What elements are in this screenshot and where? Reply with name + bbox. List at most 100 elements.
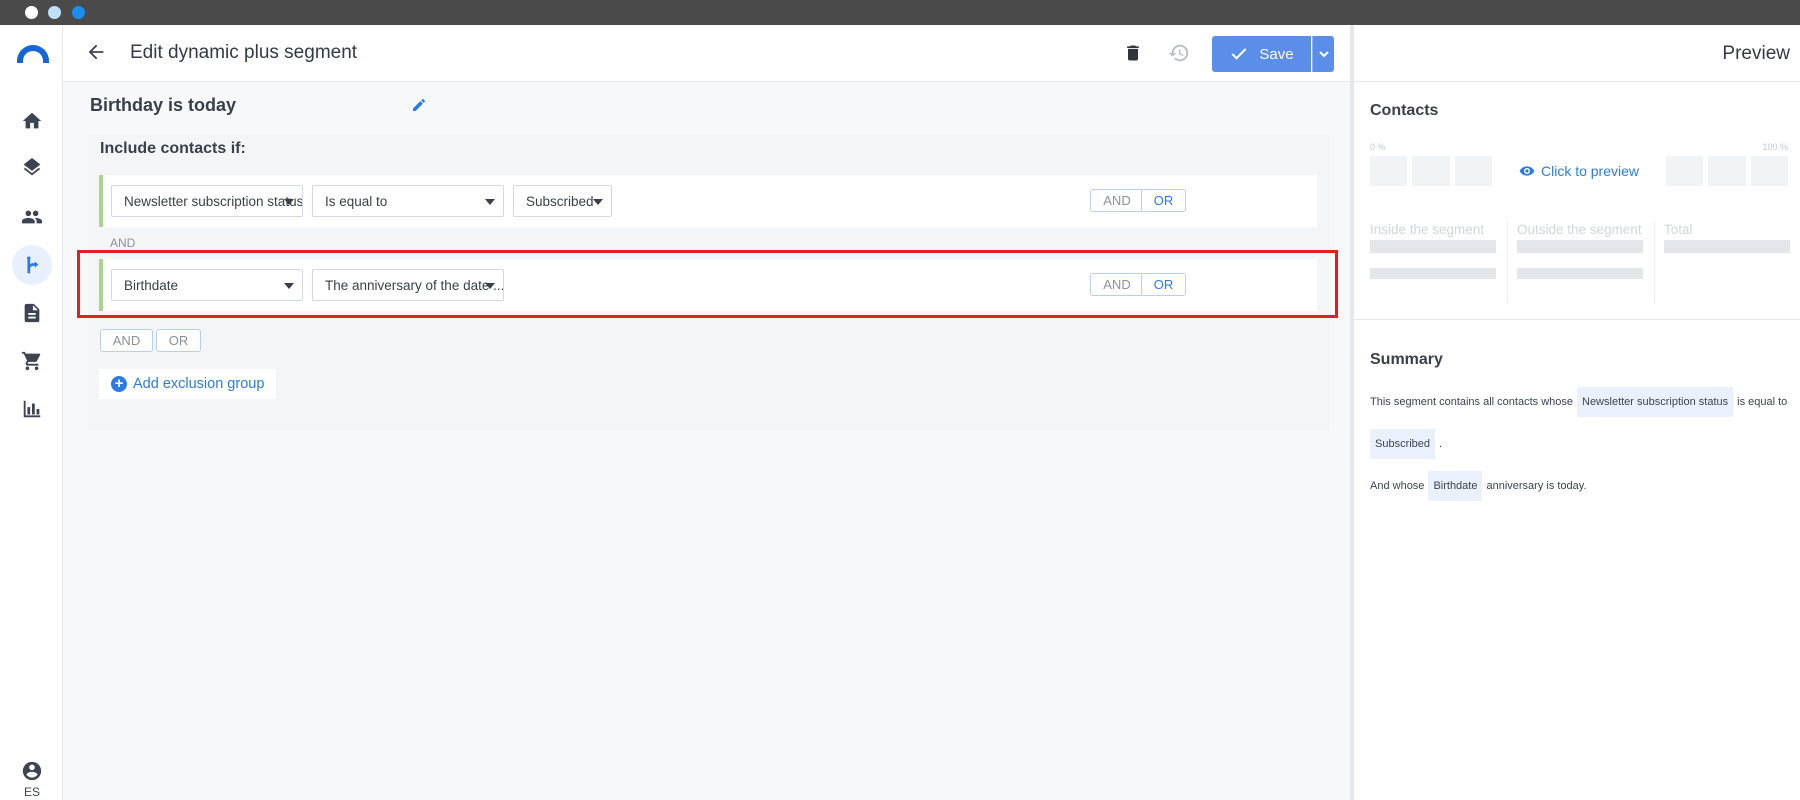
divider (1507, 221, 1508, 303)
rule-value-value: Subscribed (526, 193, 594, 209)
loading-placeholder (1370, 268, 1496, 279)
summary-text: . (1439, 438, 1443, 450)
rule-operator-select[interactable]: Is equal to (312, 185, 504, 217)
eye-icon (1519, 166, 1535, 176)
divider (1354, 81, 1800, 82)
cart-icon (21, 351, 41, 371)
preview-panel: Preview Contacts 0 % 100 % Click to prev… (1350, 25, 1800, 800)
nav-documents[interactable] (16, 297, 48, 329)
plus-circle-icon: + (111, 376, 127, 392)
summary-line: And whose Birthdate anniversary is today… (1370, 471, 1587, 501)
bar-cell (1370, 156, 1408, 186)
rule-and-button[interactable]: AND (1090, 189, 1144, 212)
delete-button[interactable] (1123, 42, 1145, 64)
rule-row-newsletter: Newsletter subscription status Is equal … (99, 175, 1317, 227)
user-menu[interactable]: ES (18, 760, 46, 799)
arrow-left-icon (88, 44, 104, 60)
page-title: Edit dynamic plus segment (130, 42, 358, 63)
nav-reports[interactable] (16, 393, 48, 425)
chevron-down-icon (1318, 51, 1329, 58)
home-icon (22, 112, 42, 129)
rule-value-select[interactable]: Subscribed (513, 185, 612, 217)
nav-commerce[interactable] (16, 345, 48, 377)
rule-field-value: Birthdate (124, 277, 179, 293)
pencil-icon (413, 99, 425, 111)
summary-text: is equal to (1737, 396, 1788, 408)
document-icon (24, 303, 40, 323)
rule-operator-value: The anniversary of the date ... (325, 277, 504, 293)
total-label: Total (1664, 222, 1693, 237)
bar-cell (1454, 156, 1492, 186)
summary-text: anniversary is today. (1486, 480, 1587, 492)
rule-field-value: Newsletter subscription status (124, 193, 303, 209)
bar-cell (1750, 156, 1788, 186)
summary-line: Subscribed . (1366, 429, 1442, 459)
rule-or-button[interactable]: OR (1141, 273, 1186, 296)
user-language: ES (23, 785, 40, 799)
bar-cell (1412, 156, 1450, 186)
summary-heading: Summary (1370, 351, 1443, 368)
summary-line: This segment contains all contacts whose… (1370, 387, 1787, 417)
rule-field-select[interactable]: Newsletter subscription status (111, 185, 303, 217)
trash-icon (1127, 45, 1139, 61)
window-close-dot[interactable] (25, 6, 38, 19)
restore-button[interactable] (1168, 42, 1190, 64)
side-navigation: ES (0, 25, 63, 800)
check-icon (1232, 48, 1247, 60)
preview-title: Preview (1722, 43, 1790, 64)
account-icon (22, 761, 42, 781)
rule-or-button[interactable]: OR (1141, 189, 1186, 212)
summary-text: This segment contains all contacts whose (1370, 396, 1573, 408)
percent-max: 100 % (1762, 142, 1788, 152)
divider (1654, 221, 1655, 303)
reports-icon (23, 400, 41, 418)
nav-layers[interactable] (16, 153, 48, 185)
caret-down-icon (485, 283, 495, 289)
caret-down-icon (593, 199, 603, 205)
caret-down-icon (485, 199, 495, 205)
click-to-preview-button[interactable]: Click to preview (1494, 156, 1664, 186)
rule-row-birthdate: Birthdate The anniversary of the date ..… (99, 259, 1317, 311)
loading-placeholder (1370, 240, 1496, 253)
click-to-preview-label: Click to preview (1540, 163, 1640, 179)
nav-contacts[interactable] (16, 201, 48, 233)
window-minimize-dot[interactable] (48, 6, 61, 19)
bar-cell (1708, 156, 1746, 186)
summary-field-chip: Newsletter subscription status (1577, 387, 1734, 417)
editor-header: Edit dynamic plus segment Save (63, 25, 1350, 82)
caret-down-icon (284, 283, 294, 289)
history-icon (1168, 44, 1189, 62)
caret-down-icon (284, 199, 294, 205)
window-maximize-dot[interactable] (72, 6, 85, 19)
outside-segment-label: Outside the segment (1517, 222, 1642, 237)
rule-operator-value: Is equal to (325, 193, 388, 209)
nav-home[interactable] (16, 105, 48, 137)
layers-icon (23, 158, 41, 176)
segment-editor: Edit dynamic plus segment Save Birthday … (63, 25, 1350, 800)
contacts-icon (21, 210, 43, 224)
add-exclusion-group-button[interactable]: + Add exclusion group (99, 369, 277, 399)
save-label: Save (1259, 45, 1294, 63)
contacts-heading: Contacts (1370, 102, 1439, 119)
group-and-button[interactable]: AND (100, 329, 153, 352)
summary-value-chip: Subscribed (1370, 429, 1436, 459)
edit-name-button[interactable] (411, 97, 429, 115)
segment-name: Birthday is today (90, 95, 237, 115)
divider (1354, 319, 1800, 320)
save-options-dropdown[interactable] (1312, 36, 1334, 72)
summary-text: And whose (1370, 480, 1425, 492)
summary-field-chip: Birthdate (1428, 471, 1483, 501)
add-exclusion-label: Add exclusion group (133, 376, 265, 392)
nav-segments[interactable] (12, 245, 52, 285)
rule-and-button[interactable]: AND (1090, 273, 1144, 296)
inside-segment-label: Inside the segment (1370, 222, 1485, 237)
app-logo[interactable] (17, 45, 49, 63)
rule-operator-select[interactable]: The anniversary of the date ... (312, 269, 504, 301)
back-button[interactable] (85, 41, 109, 65)
percent-min: 0 % (1370, 142, 1386, 152)
group-or-button[interactable]: OR (156, 329, 201, 352)
save-button[interactable]: Save (1212, 36, 1311, 72)
rule-field-select[interactable]: Birthdate (111, 269, 303, 301)
loading-placeholder (1517, 240, 1643, 253)
window-titlebar (0, 0, 1800, 25)
